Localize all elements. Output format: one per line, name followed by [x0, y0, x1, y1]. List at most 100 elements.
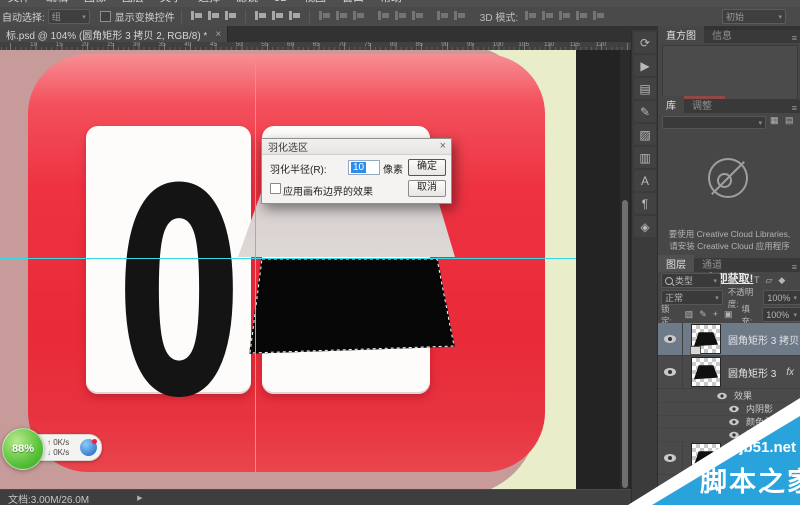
character-icon[interactable]: A	[634, 170, 656, 191]
panel-menu-icon[interactable]: ≡	[792, 103, 797, 113]
fx-badge[interactable]: fx	[786, 367, 794, 378]
menu-item[interactable]: 选择	[198, 0, 220, 4]
layer-name[interactable]: 圆角矩形 3 拷贝 2	[728, 332, 800, 347]
tab-channels[interactable]: 通道	[694, 255, 730, 272]
properties-icon[interactable]: ▤	[634, 78, 656, 99]
toolbar-icon[interactable]	[592, 10, 605, 21]
menu-item[interactable]: 编辑	[46, 0, 68, 4]
visibility-eye-icon[interactable]	[729, 431, 739, 437]
3d-mode-icon-group[interactable]	[522, 10, 607, 24]
menu-item[interactable]: 文字	[160, 0, 182, 4]
lock-pixels-icon[interactable]: ✎	[699, 309, 707, 320]
menu-item[interactable]: 3D	[274, 0, 288, 4]
effects-header-row[interactable]: 效果	[658, 389, 800, 403]
effect-row[interactable]: 渐变叠加	[658, 428, 800, 442]
brush-icon[interactable]: ✎	[634, 101, 656, 122]
grid-view-icon[interactable]: ▦	[770, 115, 779, 126]
menu-item[interactable]: 滤镜	[236, 0, 258, 4]
history-icon[interactable]: ⟳	[634, 32, 656, 53]
visibility-eye-icon[interactable]	[664, 487, 676, 495]
panel-menu-icon[interactable]: ≡	[792, 262, 797, 272]
text-layer-row[interactable]: T 2	[658, 475, 800, 505]
dialog-title-bar[interactable]: 羽化选区 ×	[262, 139, 451, 155]
toolbar-icon[interactable]	[335, 10, 348, 21]
toolbar-icon[interactable]	[524, 10, 537, 21]
document-canvas[interactable]: 0 羽化选区 × 羽化半径(R): 10 像素 确定	[0, 50, 576, 489]
canvas-area[interactable]: 0 羽化选区 × 羽化半径(R): 10 像素 确定	[0, 50, 631, 489]
lock-position-icon[interactable]: +	[713, 309, 718, 320]
align-icon-group[interactable]	[188, 10, 239, 24]
filter-pixel-icon[interactable]: ▣	[728, 275, 737, 286]
feather-radius-input[interactable]: 10	[348, 160, 380, 175]
scrollbar-thumb[interactable]	[622, 200, 628, 488]
visibility-eye-icon[interactable]	[729, 418, 739, 424]
visibility-eye-icon[interactable]	[664, 368, 676, 376]
toolbar-icon[interactable]	[575, 10, 588, 21]
menu-item[interactable]: 窗口	[342, 0, 364, 4]
tab-adjustments[interactable]: 调整	[684, 96, 720, 113]
layer-row[interactable]: 圆角矩形 3 fx	[658, 356, 800, 389]
lock-transparent-icon[interactable]: ▨	[685, 309, 694, 320]
align-icon-group-2[interactable]	[252, 10, 303, 24]
layer-filter-dropdown[interactable]: 类型 ▾	[661, 273, 721, 288]
fill-dropdown[interactable]: 100% ▾	[762, 307, 800, 322]
net-widget-globe-icon[interactable]	[80, 439, 97, 456]
distribute-icon-group[interactable]	[316, 10, 367, 24]
effect-row[interactable]: 内阴影	[658, 402, 800, 416]
canvas-bounds-checkbox[interactable]	[270, 183, 281, 194]
layer-thumbnail[interactable]	[691, 324, 721, 354]
panel-menu-icon[interactable]: ≡	[792, 33, 797, 43]
toolbar-icon[interactable]	[377, 10, 390, 21]
3d-icon[interactable]: ◈	[634, 216, 656, 237]
menu-item[interactable]: 视图	[304, 0, 326, 4]
filter-type-icon[interactable]: T	[754, 275, 760, 286]
tab-libraries[interactable]: 库	[658, 96, 684, 113]
actions-icon[interactable]: ▶	[634, 55, 656, 76]
toolbar-icon[interactable]	[318, 10, 331, 21]
visibility-eye-icon[interactable]	[664, 335, 676, 343]
menu-item[interactable]: 图像	[84, 0, 106, 4]
auto-select-dropdown[interactable]: 组▾	[48, 9, 90, 24]
text-layer-thumbnail[interactable]: T	[691, 476, 721, 505]
layer-name[interactable]: 圆角矩形 2 拷贝	[728, 451, 799, 466]
lock-all-icon[interactable]: ▣	[724, 309, 733, 320]
filter-shape-icon[interactable]: ▱	[765, 275, 772, 286]
layer-name[interactable]: 2	[728, 486, 734, 497]
list-view-icon[interactable]: ▤	[785, 115, 794, 126]
layer-row[interactable]: 圆角矩形 2 拷贝	[658, 442, 800, 475]
toolbar-icon[interactable]	[352, 10, 365, 21]
ok-button[interactable]: 确定	[408, 159, 446, 176]
menu-item[interactable]: 文件	[8, 0, 30, 4]
workspace-dropdown[interactable]: 初始▾	[722, 9, 786, 24]
tab-info[interactable]: 信息	[704, 26, 740, 43]
layer-comps-icon[interactable]: ▥	[634, 147, 656, 168]
toolbar-icon[interactable]	[207, 10, 220, 21]
status-arrow-icon[interactable]: ▶	[137, 494, 142, 502]
document-tab[interactable]: 标.psd @ 104% (圆角矩形 3 拷贝 2, RGB/8) * ×	[0, 26, 228, 42]
layer-row-selected[interactable]: 圆角矩形 3 拷贝 2	[658, 323, 800, 356]
toolbar-icon[interactable]	[453, 10, 466, 21]
toolbar-icon[interactable]	[436, 10, 449, 21]
layer-name[interactable]: 圆角矩形 3	[728, 365, 776, 380]
net-widget-percent-badge[interactable]: 88%	[2, 428, 44, 470]
layer-thumbnail[interactable]	[691, 357, 721, 387]
auto-align-icon-group[interactable]	[434, 10, 468, 24]
close-icon[interactable]: ×	[215, 29, 221, 40]
effect-row[interactable]: 颜色叠加	[658, 415, 800, 429]
visibility-eye-icon[interactable]	[664, 454, 676, 462]
visibility-eye-icon[interactable]	[717, 392, 727, 398]
toolbar-icon[interactable]	[558, 10, 571, 21]
library-select-dropdown[interactable]: ▾	[662, 116, 766, 129]
paragraph-icon[interactable]: ¶	[634, 193, 656, 214]
tab-layers[interactable]: 图层	[658, 255, 694, 272]
brush-presets-icon[interactable]: ▨	[634, 124, 656, 145]
toolbar-icon[interactable]	[271, 10, 284, 21]
toolbar-icon[interactable]	[411, 10, 424, 21]
opacity-dropdown[interactable]: 100% ▾	[763, 290, 800, 305]
canvas-scrollbar[interactable]	[620, 50, 630, 489]
toolbar-icon[interactable]	[288, 10, 301, 21]
toolbar-icon[interactable]	[224, 10, 237, 21]
cancel-button[interactable]: 取消	[408, 180, 446, 197]
close-icon[interactable]: ×	[440, 140, 446, 152]
show-transform-checkbox[interactable]	[100, 11, 111, 22]
